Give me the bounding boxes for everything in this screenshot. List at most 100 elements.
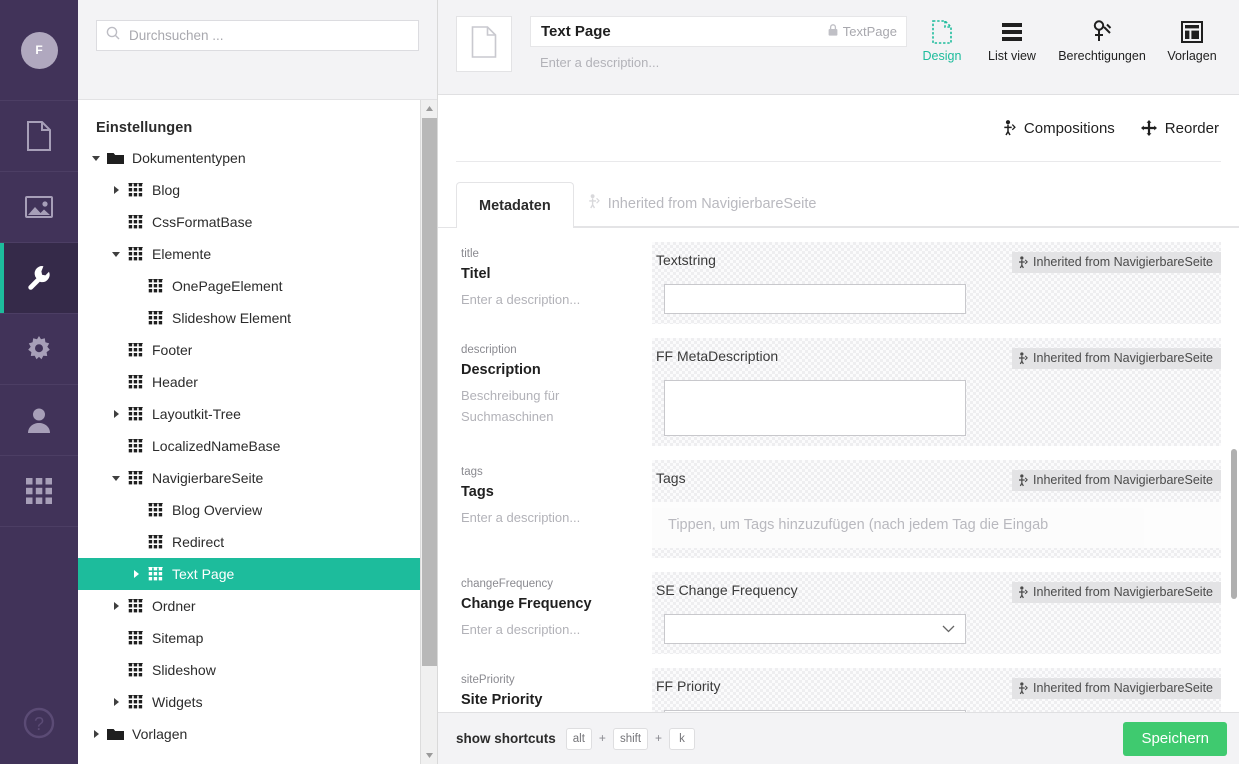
list-view-icon bbox=[977, 19, 1047, 45]
doctype-grid-icon bbox=[124, 407, 146, 421]
shortcuts-label[interactable]: show shortcuts bbox=[456, 731, 556, 746]
tree-item-localizednamebase[interactable]: LocalizedNameBase bbox=[78, 430, 420, 462]
property-name[interactable]: Change Frequency bbox=[461, 596, 652, 612]
tree-item-widgets[interactable]: Widgets bbox=[78, 686, 420, 718]
rail-item-configuration[interactable] bbox=[0, 314, 78, 385]
doctype-description-placeholder[interactable]: Enter a description... bbox=[530, 47, 907, 70]
doctype-grid-icon bbox=[124, 375, 146, 389]
inherited-badge: Inherited from NavigierbareSeite bbox=[1012, 582, 1221, 603]
tree-caret[interactable] bbox=[108, 602, 124, 610]
rail-item-help[interactable]: ? bbox=[0, 686, 78, 764]
property-name[interactable]: Site Priority bbox=[461, 692, 652, 708]
tab-list-view[interactable]: List view bbox=[977, 16, 1047, 63]
tree-item-text-page[interactable]: Text Page bbox=[78, 558, 420, 590]
tree-item-navigierbareseite[interactable]: NavigierbareSeite bbox=[78, 462, 420, 494]
property-name[interactable]: Tags bbox=[461, 484, 652, 500]
scroll-down-button[interactable] bbox=[421, 747, 437, 764]
doctype-thumbnail[interactable] bbox=[456, 16, 512, 72]
rail-item-users[interactable] bbox=[0, 385, 78, 456]
property-alias: tags bbox=[461, 466, 483, 478]
doctype-grid-icon bbox=[144, 311, 166, 325]
avatar-area[interactable]: F bbox=[0, 0, 78, 101]
content-scroll-thumb[interactable] bbox=[1231, 449, 1237, 599]
property-editor-head: Tags Inherited from NavigierbareSeite bbox=[652, 466, 1221, 491]
tree-item-slideshow-element[interactable]: Slideshow Element bbox=[78, 302, 420, 334]
tree-caret[interactable] bbox=[108, 698, 124, 706]
search-box[interactable] bbox=[96, 20, 419, 51]
tree-item-label: Ordner bbox=[152, 598, 196, 614]
tree-item-elemente[interactable]: Elemente bbox=[78, 238, 420, 270]
folder-icon bbox=[104, 151, 126, 165]
compositions-button[interactable]: Compositions bbox=[1003, 120, 1115, 137]
tree-caret[interactable] bbox=[128, 570, 144, 578]
property-textbox-title[interactable] bbox=[664, 284, 966, 314]
tree-caret[interactable] bbox=[88, 730, 104, 738]
tree-item-label: Widgets bbox=[152, 694, 203, 710]
property-editor-head: Textstring Inherited from NavigierbareSei… bbox=[652, 248, 1221, 273]
doctype-grid-icon bbox=[144, 503, 166, 517]
tab-permissions[interactable]: Berechtigungen bbox=[1047, 16, 1157, 63]
property-row-description: description Description Beschreibung für S… bbox=[456, 324, 1221, 446]
doctype-grid-icon bbox=[124, 247, 146, 261]
group-tab-metadaten[interactable]: Metadaten bbox=[456, 182, 574, 228]
rail-item-settings[interactable] bbox=[0, 243, 78, 314]
tree-item-header[interactable]: Header bbox=[78, 366, 420, 398]
property-select-changeFrequency[interactable] bbox=[664, 614, 966, 644]
property-row-sitePriority: sitePriority Site Priority FF Priority Inhe… bbox=[456, 654, 1221, 712]
user-icon bbox=[27, 407, 51, 433]
tree-item-layoutkit-tree[interactable]: Layoutkit-Tree bbox=[78, 398, 420, 430]
scroll-up-button[interactable] bbox=[421, 100, 437, 117]
tree-item-vorlagen[interactable]: Vorlagen bbox=[78, 718, 420, 750]
tree-item-sitemap[interactable]: Sitemap bbox=[78, 622, 420, 654]
avatar[interactable]: F bbox=[20, 31, 58, 69]
tree-scrollbar[interactable] bbox=[420, 100, 437, 764]
tree-caret[interactable] bbox=[108, 475, 124, 481]
design-content: Metadaten Inherited from NavigierbareSei… bbox=[438, 161, 1239, 712]
search-input[interactable] bbox=[127, 27, 409, 44]
doctype-name-field[interactable]: Text Page TextPage bbox=[530, 16, 907, 47]
tab-design[interactable]: Design bbox=[907, 16, 977, 63]
property-description[interactable]: Beschreibung für Suchmaschinen bbox=[461, 386, 652, 428]
property-description[interactable]: Enter a description... bbox=[461, 290, 652, 311]
tree-item-footer[interactable]: Footer bbox=[78, 334, 420, 366]
tree-item-dokumententypen[interactable]: Dokumententypen bbox=[78, 142, 420, 174]
tree-caret[interactable] bbox=[108, 410, 124, 418]
rail-item-content[interactable] bbox=[0, 101, 78, 172]
tree-item-redirect[interactable]: Redirect bbox=[78, 526, 420, 558]
tree-item-blog-overview[interactable]: Blog Overview bbox=[78, 494, 420, 526]
composition-icon bbox=[1018, 585, 1028, 599]
property-textbox-sitePriority[interactable] bbox=[664, 710, 966, 712]
svg-text:?: ? bbox=[34, 714, 44, 734]
tree-item-ordner[interactable]: Ordner bbox=[78, 590, 420, 622]
reorder-label: Reorder bbox=[1164, 119, 1219, 137]
property-textarea-description[interactable] bbox=[664, 380, 966, 436]
property-description[interactable]: Enter a description... bbox=[461, 508, 652, 529]
property-name[interactable]: Description bbox=[461, 362, 652, 378]
doctype-name[interactable]: Text Page bbox=[541, 23, 828, 40]
tree-caret[interactable] bbox=[108, 251, 124, 257]
property-editor-head: FF MetaDescription Inherited from Navigie… bbox=[652, 344, 1221, 369]
property-tags-tags[interactable]: Tippen, um Tags hinzuzufügen (nach jedem… bbox=[652, 502, 1221, 548]
tab-templates[interactable]: Vorlagen bbox=[1157, 16, 1227, 63]
tree-item-label: NavigierbareSeite bbox=[152, 470, 264, 486]
content-scrollbar[interactable] bbox=[1230, 161, 1239, 712]
tree-item-blog[interactable]: Blog bbox=[78, 174, 420, 206]
property-description[interactable]: Enter a description... bbox=[461, 620, 652, 641]
property-name[interactable]: Titel bbox=[461, 266, 652, 282]
folder-icon bbox=[104, 727, 126, 741]
tree-caret[interactable] bbox=[108, 186, 124, 194]
property-meta: changeFrequency Change Frequency Enter a d… bbox=[456, 572, 652, 654]
tree-caret[interactable] bbox=[88, 155, 104, 161]
rail-item-apps[interactable] bbox=[0, 456, 78, 527]
reorder-button[interactable]: Reorder bbox=[1140, 119, 1219, 137]
tree-item-slideshow[interactable]: Slideshow bbox=[78, 654, 420, 686]
main-area: Text Page TextPage Enter a description..… bbox=[438, 0, 1239, 764]
tree-item-onepageelement[interactable]: OnePageElement bbox=[78, 270, 420, 302]
rail-item-media[interactable] bbox=[0, 172, 78, 243]
tree-item-cssformatbase[interactable]: CssFormatBase bbox=[78, 206, 420, 238]
doctype-grid-icon bbox=[124, 599, 146, 613]
tree-scroll-thumb[interactable] bbox=[422, 118, 437, 666]
media-image-icon bbox=[25, 195, 53, 219]
save-button[interactable]: Speichern bbox=[1123, 721, 1227, 756]
help-question-icon: ? bbox=[23, 707, 55, 744]
